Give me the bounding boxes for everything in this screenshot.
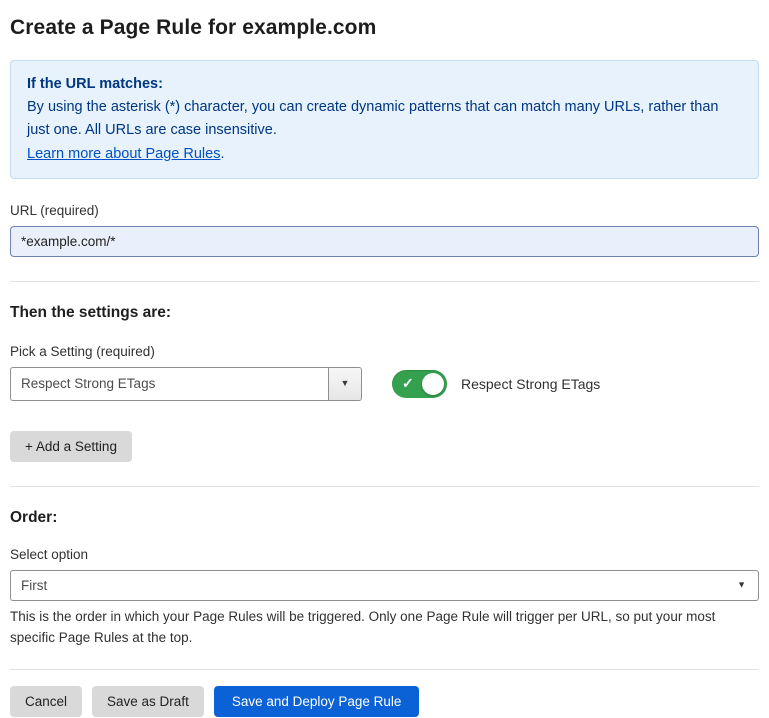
info-box-link-line: Learn more about Page Rules. (27, 143, 742, 166)
setting-select-caret-button[interactable]: ▼ (328, 368, 361, 400)
page-rule-form: Create a Page Rule for example.com If th… (10, 16, 759, 717)
url-input[interactable] (10, 226, 759, 257)
learn-more-link[interactable]: Learn more about Page Rules (27, 146, 220, 162)
save-deploy-button[interactable]: Save and Deploy Page Rule (214, 686, 420, 717)
info-box-body: By using the asterisk (*) character, you… (27, 96, 742, 142)
url-label: URL (required) (10, 203, 759, 218)
setting-select-value: Respect Strong ETags (11, 368, 328, 400)
chevron-down-icon: ▼ (341, 379, 350, 388)
order-help-text: This is the order in which your Page Rul… (10, 607, 759, 649)
url-match-info-box: If the URL matches: By using the asteris… (10, 60, 759, 179)
link-suffix: . (220, 146, 224, 162)
section-divider (10, 281, 759, 282)
order-heading: Order: (10, 509, 759, 527)
chevron-down-icon: ▼ (737, 581, 746, 590)
select-option-label: Select option (10, 547, 759, 562)
settings-heading: Then the settings are: (10, 304, 759, 322)
setting-select[interactable]: Respect Strong ETags ▼ (10, 367, 362, 401)
pick-setting-label: Pick a Setting (required) (10, 344, 759, 359)
footer-actions: Cancel Save as Draft Save and Deploy Pag… (10, 686, 759, 717)
order-select-value: First (11, 571, 758, 600)
check-icon: ✓ (402, 375, 414, 392)
section-divider (10, 486, 759, 487)
add-setting-button[interactable]: + Add a Setting (10, 431, 132, 462)
cancel-button[interactable]: Cancel (10, 686, 82, 717)
etags-toggle-label: Respect Strong ETags (461, 376, 600, 392)
order-select[interactable]: First ▼ (10, 570, 759, 601)
save-draft-button[interactable]: Save as Draft (92, 686, 204, 717)
etags-toggle[interactable]: ✓ (392, 370, 447, 398)
footer-divider (10, 669, 759, 670)
toggle-knob (422, 373, 444, 395)
info-box-heading: If the URL matches: (27, 73, 742, 96)
page-title: Create a Page Rule for example.com (10, 16, 759, 40)
setting-row: Respect Strong ETags ▼ ✓ Respect Strong … (10, 367, 759, 401)
